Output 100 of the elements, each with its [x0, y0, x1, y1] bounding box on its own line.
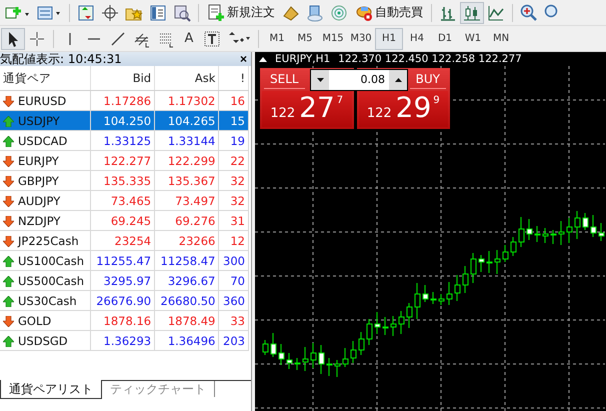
candle — [262, 340, 268, 356]
quote-row[interactable]: GOLD 1878.16 1878.49 33 — [0, 310, 248, 330]
quote-row[interactable]: US30Cash 26676.90 26680.50 360 — [0, 290, 248, 310]
candle — [286, 352, 292, 370]
lot-size-field[interactable]: 0.08 — [329, 70, 389, 90]
price-cell: 135.367 — [154, 170, 219, 190]
autotrade-button[interactable]: 自動売買 — [352, 2, 426, 24]
price-cell: 3296.67 — [154, 270, 219, 290]
down-triangle-icon — [316, 78, 324, 82]
symbol-name: US30Cash — [18, 294, 77, 308]
candle — [350, 340, 356, 364]
candle — [494, 250, 500, 274]
new-order-button[interactable]: 新規注文 — [204, 2, 278, 24]
candle — [454, 274, 460, 302]
price-cell: 135.335 — [90, 170, 155, 190]
candlestick-icon[interactable] — [461, 2, 483, 22]
quote-row[interactable]: US500Cash 3295.97 3296.67 70 — [0, 270, 248, 290]
price-cell: 26676.90 — [90, 290, 155, 310]
sell-button[interactable]: SELL — [264, 68, 305, 89]
quote-row[interactable]: GBPJPY 135.335 135.367 32 — [0, 170, 248, 190]
price-cell: 26680.50 — [154, 290, 219, 310]
symbol-name: EURJPY — [18, 154, 59, 168]
quote-row[interactable]: EURJPY 122.277 122.299 22 — [0, 150, 248, 170]
price-cell: 32 — [218, 170, 248, 190]
cursor-icon[interactable] — [2, 28, 24, 48]
timeframe-button[interactable]: MN — [488, 28, 514, 48]
candle — [470, 252, 476, 284]
close-button[interactable]: × — [236, 53, 251, 65]
timeframe-button[interactable]: M30 — [348, 28, 374, 48]
candle — [382, 316, 388, 336]
buy-button[interactable]: BUY — [410, 68, 446, 89]
column-header[interactable]: ! — [218, 66, 248, 90]
timeframe-button[interactable]: W1 — [460, 28, 486, 48]
text-tool-button[interactable]: A — [179, 28, 199, 50]
candle — [582, 212, 588, 230]
candle — [358, 332, 364, 356]
increase-lot-button[interactable] — [389, 70, 407, 90]
timeframe-button[interactable]: M5 — [292, 28, 318, 48]
candle — [310, 342, 316, 368]
collapse-icon[interactable] — [259, 56, 267, 62]
panel-tab[interactable]: ティックチャート — [102, 381, 215, 397]
quote-row[interactable]: USDCAD 1.33125 1.33144 19 — [0, 130, 248, 150]
crosshair-icon[interactable] — [99, 2, 121, 22]
price-cell: 1.36293 — [90, 330, 155, 350]
quote-row[interactable]: AUDJPY 73.465 73.497 32 — [0, 190, 248, 210]
candle — [502, 244, 508, 262]
price-cell: 11258.47 — [154, 250, 219, 270]
price-cell: 69.245 — [90, 210, 155, 230]
candle — [486, 250, 492, 274]
candle — [398, 310, 404, 334]
candle — [390, 316, 396, 336]
price-cell: 11255.47 — [90, 250, 155, 270]
timeframe-button[interactable]: D1 — [432, 28, 458, 48]
price-cell: 300 — [218, 250, 248, 270]
column-header[interactable]: 通貨ペア — [0, 66, 90, 90]
price-cell: 23266 — [154, 230, 219, 250]
price-cell: 1878.16 — [90, 310, 155, 330]
price-cell: 15 — [218, 110, 248, 130]
price-pips: 29 — [396, 91, 432, 125]
price-cell: 3295.97 — [90, 270, 155, 290]
timeframe-button[interactable]: H4 — [404, 28, 430, 48]
panel-tab[interactable]: 通貨ペアリスト — [0, 380, 102, 399]
quote-row[interactable]: USDJPY 104.250 104.265 15 — [0, 110, 248, 130]
robot-hat-icon — [355, 4, 373, 22]
quote-row[interactable]: JP225Cash 23254 23266 12 — [0, 230, 248, 250]
candle — [550, 230, 556, 244]
column-header[interactable]: Ask — [154, 66, 219, 90]
symbol-name: NZDJPY — [18, 214, 60, 228]
quote-row[interactable]: USDSGD 1.36293 1.36496 203 — [0, 330, 248, 350]
price-big-figure: 122 — [366, 106, 392, 121]
chart-symbol: EURJPY,H1 — [275, 53, 330, 65]
price-cell: 1.36496 — [154, 330, 219, 350]
candle — [558, 220, 564, 246]
candle — [590, 214, 596, 238]
timeframe-button[interactable]: M1 — [264, 28, 290, 48]
price-cell: 1.33125 — [90, 130, 155, 150]
price-cell: 19 — [218, 130, 248, 150]
price-cell: 23254 — [90, 230, 155, 250]
quote-row[interactable]: US100Cash 11255.47 11258.47 300 — [0, 250, 248, 270]
candle — [542, 228, 548, 244]
price-cell: 104.265 — [154, 110, 219, 130]
candle — [478, 254, 484, 272]
price-cell: 12 — [218, 230, 248, 250]
timeframe-button[interactable]: H1 — [376, 28, 402, 48]
candle — [302, 346, 308, 372]
price-pips: 27 — [299, 91, 335, 125]
candle — [414, 282, 420, 320]
candle — [510, 236, 516, 256]
candle — [270, 332, 276, 358]
quote-row[interactable]: NZDJPY 69.245 69.276 31 — [0, 210, 248, 230]
candle — [294, 358, 300, 370]
price-cell: 33 — [218, 310, 248, 330]
candle — [574, 210, 580, 240]
column-header[interactable]: Bid — [90, 66, 155, 90]
price-cell: 22 — [218, 150, 248, 170]
decrease-lot-button[interactable] — [311, 70, 329, 90]
price-cell: 69.276 — [154, 210, 219, 230]
price-cell: 122.299 — [154, 150, 219, 170]
timeframe-button[interactable]: M15 — [320, 28, 346, 48]
price-cell: 73.465 — [90, 190, 155, 210]
